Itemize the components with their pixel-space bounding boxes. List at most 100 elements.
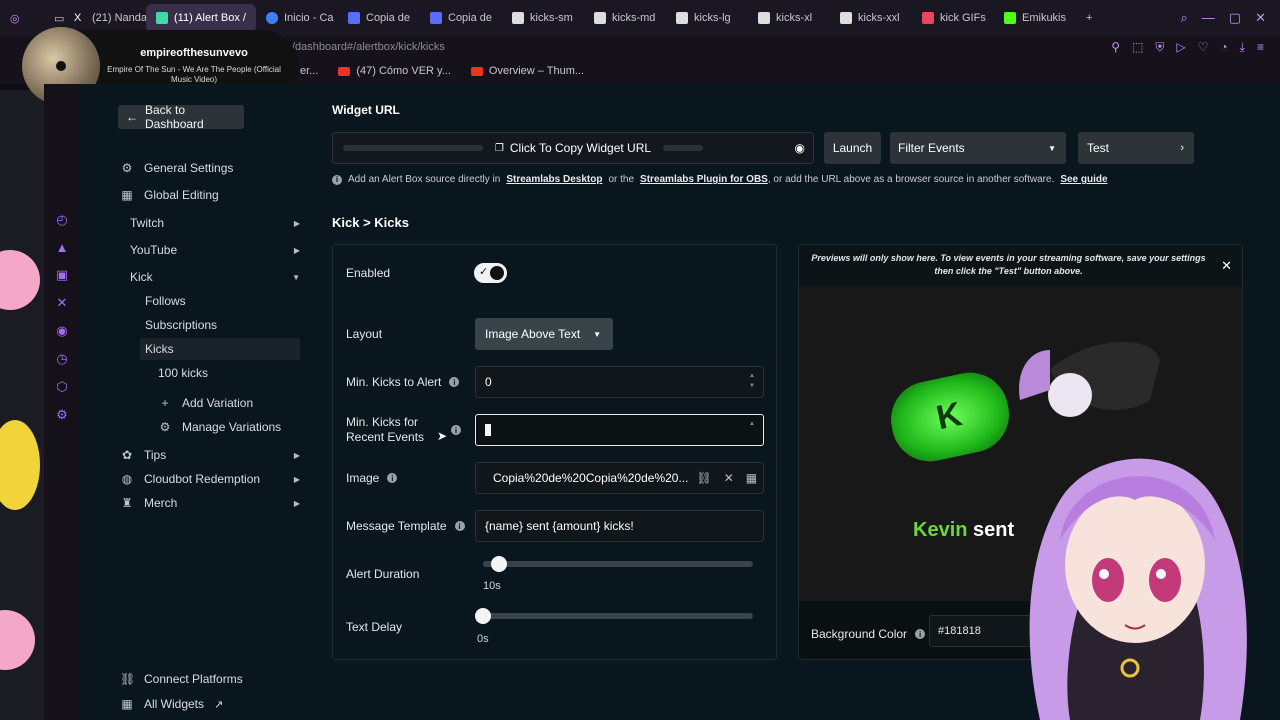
browser-tab[interactable]: X (21) Nanda: [64, 4, 146, 32]
sidebar-item-global-editing[interactable]: ▦ Global Editing: [120, 188, 300, 202]
text-delay-value: 0s: [477, 633, 489, 645]
cloudbot-icon: ◍: [121, 472, 133, 486]
search-icon[interactable]: ⌕: [1181, 10, 1188, 26]
url-text[interactable]: /dashboard#/alertbox/kick/kicks: [292, 41, 445, 53]
enabled-toggle[interactable]: ✓: [474, 263, 507, 283]
minimize-icon[interactable]: —: [1202, 10, 1215, 26]
maximize-icon[interactable]: ▢: [1229, 10, 1241, 26]
play-icon[interactable]: ▷: [1176, 40, 1185, 55]
close-icon[interactable]: ✕: [724, 471, 734, 485]
close-icon[interactable]: ✕: [1255, 10, 1266, 26]
min-kicks-alert-input[interactable]: 0 ▲ ▼: [475, 366, 764, 398]
stepper-icon[interactable]: ▲ ▼: [749, 371, 755, 391]
all-widgets-link[interactable]: ▦ All Widgets ↗: [120, 697, 300, 711]
twitch-app-icon[interactable]: ▣: [56, 267, 68, 283]
see-guide-link[interactable]: See guide: [1060, 174, 1107, 185]
player-icon[interactable]: ◉: [56, 323, 67, 339]
toggle-knob: [490, 266, 504, 280]
download-icon[interactable]: ⤓: [1240, 40, 1245, 55]
back-to-dashboard-button[interactable]: ← Back to Dashboard: [118, 103, 244, 131]
bookmark[interactable]: (47) Cómo VER y...: [338, 65, 451, 77]
check-icon: ✓: [479, 266, 489, 278]
history-icon[interactable]: ◷: [56, 351, 67, 367]
grid-icon[interactable]: ▦: [746, 471, 757, 485]
sidebar-item-tips[interactable]: ✿ Tips ▶: [120, 448, 300, 462]
pin-icon[interactable]: ⚲: [1111, 40, 1120, 55]
heart-icon[interactable]: ♡: [1198, 40, 1209, 55]
sidebar-item-kicks[interactable]: Kicks: [140, 338, 300, 360]
browser-tab[interactable]: Copia de: [420, 4, 502, 32]
sidebar-item-merch[interactable]: ♜ Merch ▶: [120, 496, 300, 510]
connect-platforms-link[interactable]: ⛓ Connect Platforms: [120, 672, 300, 686]
sidebar-item-subscriptions[interactable]: Subscriptions: [145, 318, 295, 332]
browser-menu-icon[interactable]: ◎: [0, 4, 44, 32]
browser-tab[interactable]: Copia de: [338, 4, 420, 32]
info-icon[interactable]: i: [449, 377, 460, 387]
add-variation-button[interactable]: + Add Variation: [158, 396, 338, 410]
min-kicks-recent-input[interactable]: ▲: [475, 414, 764, 446]
info-icon[interactable]: i: [454, 521, 465, 531]
info-icon[interactable]: i: [915, 629, 926, 639]
stepper-icon[interactable]: ▲: [749, 419, 755, 429]
link-icon[interactable]: ⛓: [696, 471, 711, 485]
info-icon[interactable]: i: [387, 473, 398, 483]
sidebar-item-general-settings[interactable]: ⚙ General Settings: [120, 161, 300, 175]
launch-button[interactable]: Launch: [824, 132, 881, 164]
info-icon[interactable]: i: [451, 425, 461, 435]
browser-tab[interactable]: kick GIFs: [912, 4, 994, 32]
image-field[interactable]: Copia%20de%20Copia%20de%20... ⛓ ✕ ▦: [475, 462, 764, 494]
profile-icon[interactable]: ◔: [1220, 40, 1227, 55]
youtube-icon: [338, 66, 351, 76]
preview-alert-text: Kevin sent: [913, 519, 1015, 541]
filter-events-dropdown[interactable]: Filter Events ▼: [890, 132, 1066, 164]
browser-tab[interactable]: kicks-xl: [748, 4, 830, 32]
browser-tab[interactable]: kicks-lg: [666, 4, 748, 32]
browser-tab[interactable]: kicks-sm: [502, 4, 584, 32]
settings-icon[interactable]: ⚙: [56, 407, 68, 423]
sidebar-item-cloudbot[interactable]: ◍ Cloudbot Redemption ▶: [120, 472, 300, 486]
bookmark[interactable]: Overview – Thum...: [470, 65, 584, 77]
close-icon[interactable]: ✕: [1221, 258, 1232, 274]
sidebar-item-follows[interactable]: Follows: [145, 294, 295, 308]
slider-handle[interactable]: [475, 608, 491, 624]
shield-icon[interactable]: ⛨: [1155, 40, 1164, 55]
extensions-icon[interactable]: ⬡: [56, 379, 67, 395]
new-tab-icon[interactable]: +: [1076, 4, 1102, 32]
sidebar-item-kick[interactable]: Kick ▼: [130, 270, 300, 284]
background-color-input[interactable]: #181818: [929, 615, 1039, 647]
bookmark[interactable]: er...: [300, 65, 318, 77]
x-app-icon[interactable]: ✕: [57, 295, 68, 311]
message-template-input[interactable]: {name} sent {amount} kicks!: [475, 510, 764, 542]
sidebar-item-youtube[interactable]: YouTube ▶: [130, 243, 300, 257]
eye-icon[interactable]: ◉: [795, 141, 805, 155]
slider-handle[interactable]: [490, 556, 507, 572]
main-content: Widget URL ❐ Click To Copy Widget URL ◉ …: [316, 84, 1280, 720]
layout-select[interactable]: Image Above Text ▼: [475, 318, 613, 350]
ai-icon[interactable]: ◴: [56, 212, 67, 228]
menu-icon[interactable]: ≡: [1257, 40, 1264, 55]
browser-tab[interactable]: kicks-xxl: [830, 4, 912, 32]
browser-tab[interactable]: Emikukis: [994, 4, 1076, 32]
snapshot-icon[interactable]: ⬚: [1132, 40, 1143, 55]
sidebar-item-100-kicks[interactable]: 100 kicks: [158, 366, 338, 380]
kick-app-icon[interactable]: ▲: [56, 240, 69, 255]
copy-widget-url-button[interactable]: ❐ Click To Copy Widget URL ◉: [332, 132, 814, 164]
streamlabs-desktop-link[interactable]: Streamlabs Desktop: [506, 174, 602, 185]
sidebar-item-twitch[interactable]: Twitch ▶: [130, 216, 300, 230]
window-controls: ⌕ — ▢ ✕: [1181, 10, 1280, 26]
chevron-right-icon: ›: [1180, 142, 1184, 154]
kick-logo-image: [883, 365, 1017, 469]
test-button[interactable]: Test ›: [1078, 132, 1194, 164]
browser-tab-active[interactable]: (11) Alert Box /: [146, 4, 256, 32]
manage-variations-button[interactable]: ⚙ Manage Variations: [158, 420, 338, 434]
browser-tab[interactable]: kicks-md: [584, 4, 666, 32]
copy-icon: ❐: [494, 142, 504, 154]
browser-tab[interactable]: Inicio - Ca: [256, 4, 338, 32]
link-icon: ⛓: [120, 672, 136, 686]
alert-duration-slider[interactable]: [483, 556, 753, 572]
widget-sidebar: ← Back to Dashboard ⚙ General Settings ▦…: [80, 84, 316, 720]
chevron-down-icon: ▼: [1048, 143, 1056, 153]
text-delay-slider[interactable]: [475, 608, 753, 624]
info-icon: i: [332, 174, 342, 185]
obs-plugin-link[interactable]: Streamlabs Plugin for OBS: [640, 174, 768, 185]
